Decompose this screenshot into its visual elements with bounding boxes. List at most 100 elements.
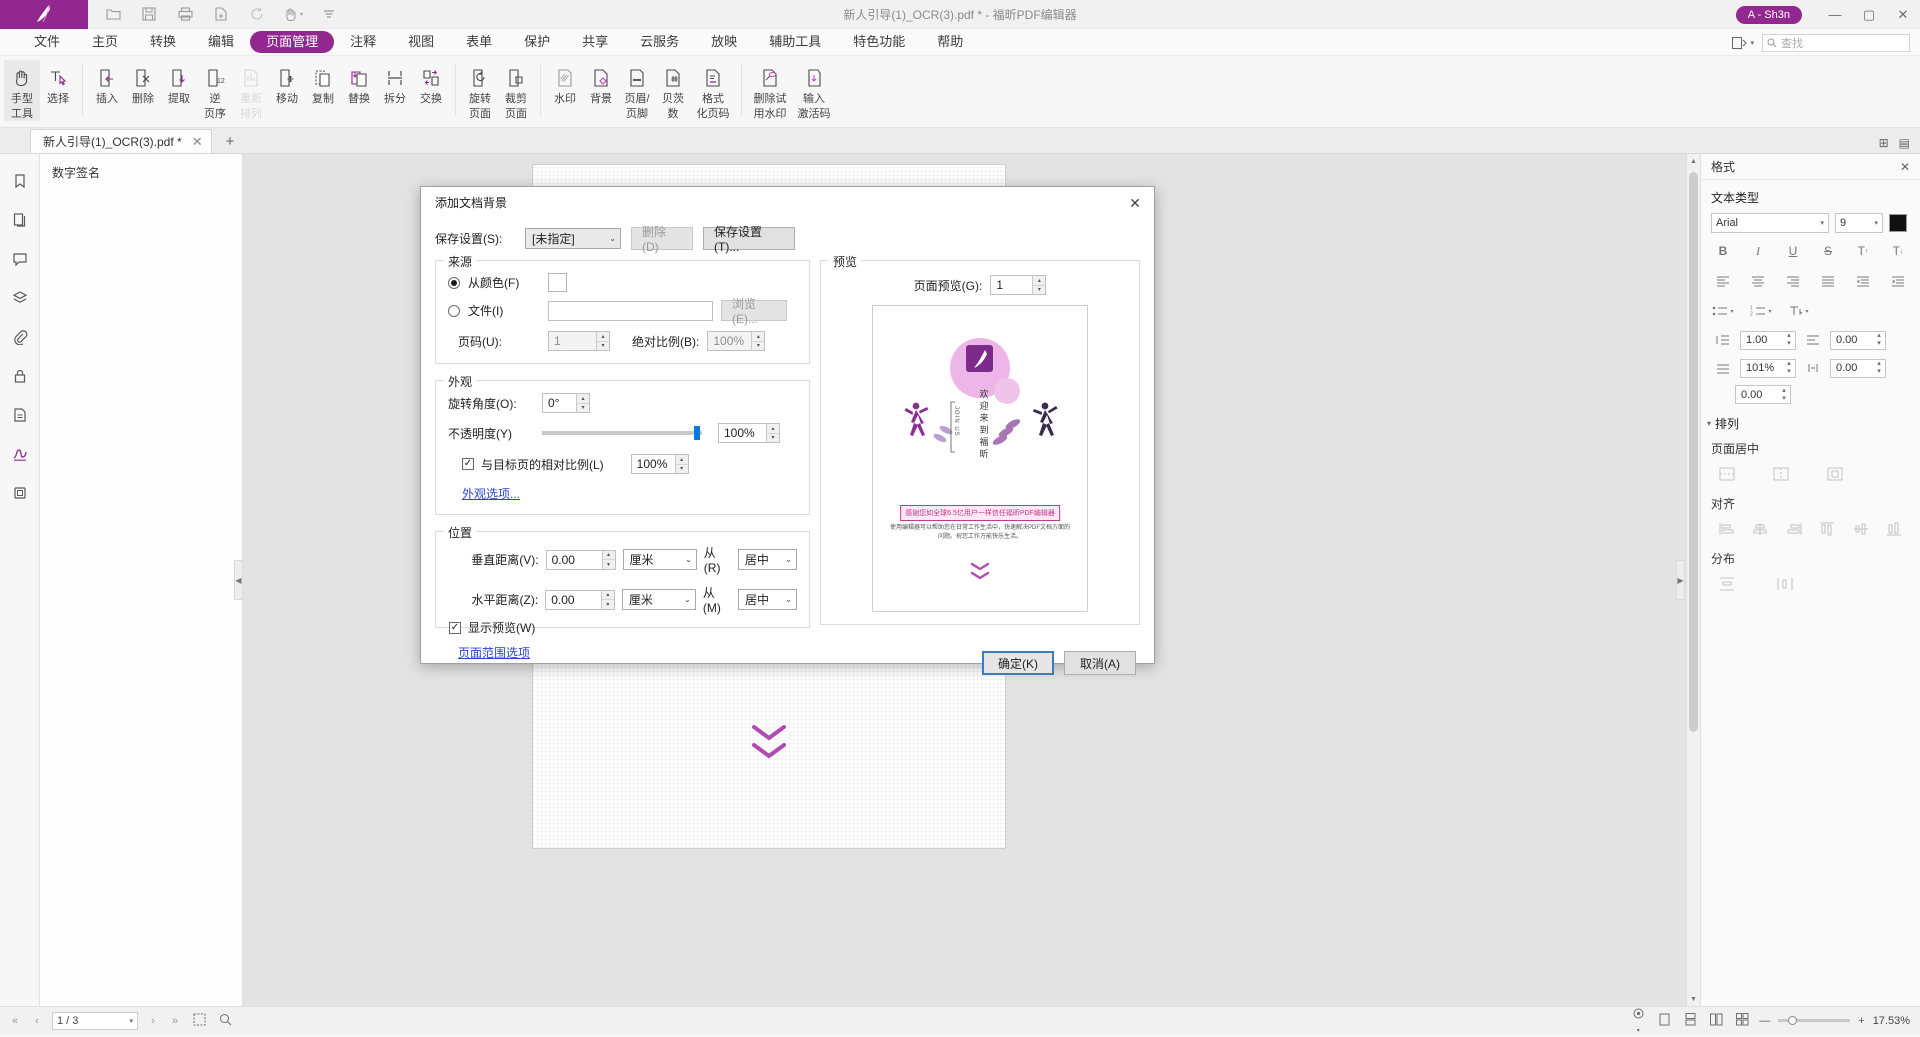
center-horizontal-icon[interactable] xyxy=(1769,463,1793,485)
scroll-down-icon[interactable]: ▼ xyxy=(1687,992,1700,1006)
last-page-button[interactable]: » xyxy=(168,1015,182,1027)
align-objects-right-icon[interactable] xyxy=(1782,518,1806,540)
menu-item-share[interactable]: 共享 xyxy=(566,31,624,53)
document-tab[interactable]: 新人引导(1)_OCR(3).pdf * ✕ xyxy=(30,129,212,153)
spinner-icon[interactable]: ▴▾ xyxy=(1873,332,1885,348)
ribbon-button-hand-tool[interactable]: 手型 工具 xyxy=(4,60,40,121)
number-list-icon[interactable]: 12 ▾ xyxy=(1749,300,1773,322)
source-page-number-input[interactable]: 1 ▴▾ xyxy=(548,331,610,351)
account-badge[interactable]: A - Sh3n xyxy=(1736,6,1802,24)
two-page-view-icon[interactable] xyxy=(1707,1013,1725,1029)
menu-item-page-manage[interactable]: 页面管理 xyxy=(250,31,334,53)
ribbon-button-reverse-order[interactable]: 12 逆 页序 xyxy=(197,60,233,121)
ribbon-button-rotate[interactable]: 旋转 页面 xyxy=(462,60,498,121)
zoom-level-label[interactable]: 17.53% xyxy=(1873,1015,1910,1027)
file-path-input[interactable] xyxy=(548,301,713,321)
refresh-icon[interactable] xyxy=(246,3,268,25)
close-button[interactable]: ✕ xyxy=(1886,0,1920,29)
vertical-from-select[interactable]: 居中 ⌄ xyxy=(738,549,797,570)
zoom-slider-knob[interactable] xyxy=(1788,1016,1797,1025)
distribute-horizontal-icon[interactable] xyxy=(1773,573,1797,595)
new-file-icon[interactable] xyxy=(210,3,232,25)
ribbon-button-extract[interactable]: 提取 xyxy=(161,60,197,106)
align-justify-icon[interactable] xyxy=(1816,270,1840,292)
spinner-icon[interactable]: ▴▾ xyxy=(675,455,688,473)
align-right-icon[interactable] xyxy=(1781,270,1805,292)
indent-decrease-icon[interactable] xyxy=(1851,270,1875,292)
align-objects-left-icon[interactable] xyxy=(1715,518,1739,540)
spinner-icon[interactable]: ▴▾ xyxy=(751,332,764,350)
snapshot-icon[interactable] xyxy=(190,1013,208,1029)
rotation-input[interactable]: 0° ▴▾ xyxy=(542,393,590,413)
menu-item-cloud[interactable]: 云服务 xyxy=(624,31,695,53)
font-family-select[interactable]: Arial ▾ xyxy=(1711,213,1829,233)
spinner-icon[interactable]: ▴▾ xyxy=(1873,360,1885,376)
zoom-slider[interactable] xyxy=(1778,1019,1850,1022)
ok-button[interactable]: 确定(K) xyxy=(982,651,1054,675)
collapse-nav-panel-button[interactable]: ◀ xyxy=(234,560,243,600)
menu-item-convert[interactable]: 转换 xyxy=(134,31,192,53)
from-color-radio[interactable] xyxy=(448,277,460,289)
opacity-slider[interactable] xyxy=(542,425,702,441)
prev-page-button[interactable]: ‹ xyxy=(30,1015,44,1027)
chevron-down-icon[interactable]: ▾ xyxy=(129,1017,133,1025)
viewer-vertical-scrollbar[interactable]: ▲ ▼ xyxy=(1686,154,1700,1006)
collapse-format-panel-button[interactable]: ▶ xyxy=(1676,560,1685,600)
menu-item-comment[interactable]: 注释 xyxy=(334,31,392,53)
hand-tool-icon[interactable]: ▾ xyxy=(282,3,304,25)
signature-icon[interactable] xyxy=(7,441,33,467)
align-objects-top-icon[interactable] xyxy=(1815,518,1839,540)
distribute-vertical-icon[interactable] xyxy=(1715,573,1739,595)
ribbon-button-split[interactable]: 拆分 xyxy=(377,60,413,106)
menu-item-view[interactable]: 视图 xyxy=(392,31,450,53)
show-preview-checkbox[interactable]: ✓ xyxy=(449,622,461,634)
bookmark-icon[interactable] xyxy=(7,168,33,194)
ribbon-button-bates[interactable]: 贝茨 数 xyxy=(655,60,691,121)
arrange-section-title[interactable]: ▾ 排列 xyxy=(1701,407,1920,434)
menu-item-home[interactable]: 主页 xyxy=(76,31,134,53)
menu-item-help[interactable]: 帮助 xyxy=(921,31,979,53)
spinner-icon[interactable]: ▴▾ xyxy=(766,424,779,442)
new-tab-button[interactable]: + xyxy=(226,133,235,153)
char-scale-input[interactable]: 101% ▴▾ xyxy=(1740,359,1796,378)
save-settings-button[interactable]: 保存设置(T)... xyxy=(703,227,795,250)
ribbon-button-move[interactable]: 移动 xyxy=(269,60,305,106)
ribbon-button-swap[interactable]: 交换 xyxy=(413,60,449,106)
single-view-icon[interactable]: ▤ xyxy=(1899,136,1910,150)
menu-item-form[interactable]: 表单 xyxy=(450,31,508,53)
security-icon[interactable] xyxy=(7,363,33,389)
italic-icon[interactable]: I xyxy=(1746,240,1770,262)
spinner-icon[interactable]: ▴▾ xyxy=(596,332,609,350)
spinner-icon[interactable]: ▴▾ xyxy=(1783,332,1795,348)
align-objects-bottom-icon[interactable] xyxy=(1882,518,1906,540)
menu-item-features[interactable]: 特色功能 xyxy=(837,31,921,53)
search-input[interactable]: 查找 xyxy=(1762,34,1910,52)
opacity-input[interactable]: 100% ▴▾ xyxy=(718,423,780,443)
fields-icon[interactable] xyxy=(7,402,33,428)
ribbon-button-remove-trial-watermark[interactable]: 删除试 用水印 xyxy=(748,60,792,121)
absolute-scale-input[interactable]: 100% ▴▾ xyxy=(707,331,765,351)
ribbon-button-insert[interactable]: 插入 xyxy=(89,60,125,106)
horizontal-from-select[interactable]: 居中 ⌄ xyxy=(738,589,797,610)
relative-scale-input[interactable]: 100% ▴▾ xyxy=(631,454,689,474)
ribbon-button-format-page-number[interactable]: 格式 化页码 xyxy=(691,60,735,121)
paragraph-spacing-input[interactable]: 0.00 ▴▾ xyxy=(1830,331,1886,350)
customize-qat-icon[interactable] xyxy=(318,3,340,25)
strikethrough-icon[interactable]: S xyxy=(1816,240,1840,262)
spinner-icon[interactable]: ▴▾ xyxy=(1783,360,1795,376)
opacity-slider-knob[interactable] xyxy=(694,426,700,440)
save-icon[interactable] xyxy=(138,3,160,25)
single-page-view-icon[interactable] xyxy=(1655,1013,1673,1029)
minimize-button[interactable]: — xyxy=(1818,0,1852,29)
horizontal-unit-select[interactable]: 厘米 ⌄ xyxy=(622,589,696,610)
center-both-icon[interactable] xyxy=(1823,463,1847,485)
font-color-swatch[interactable] xyxy=(1889,214,1907,232)
text-direction-icon[interactable]: ▾ xyxy=(1787,300,1811,322)
vertical-distance-input[interactable]: 0.00 ▴▾ xyxy=(546,550,616,570)
close-icon[interactable]: ✕ xyxy=(192,134,203,150)
ribbon-button-delete[interactable]: 删除 xyxy=(125,60,161,106)
grid-view-icon[interactable]: ⊞ xyxy=(1879,136,1889,150)
font-size-select[interactable]: 9 ▾ xyxy=(1835,213,1883,233)
menu-item-protect[interactable]: 保护 xyxy=(508,31,566,53)
layers-icon[interactable] xyxy=(7,285,33,311)
